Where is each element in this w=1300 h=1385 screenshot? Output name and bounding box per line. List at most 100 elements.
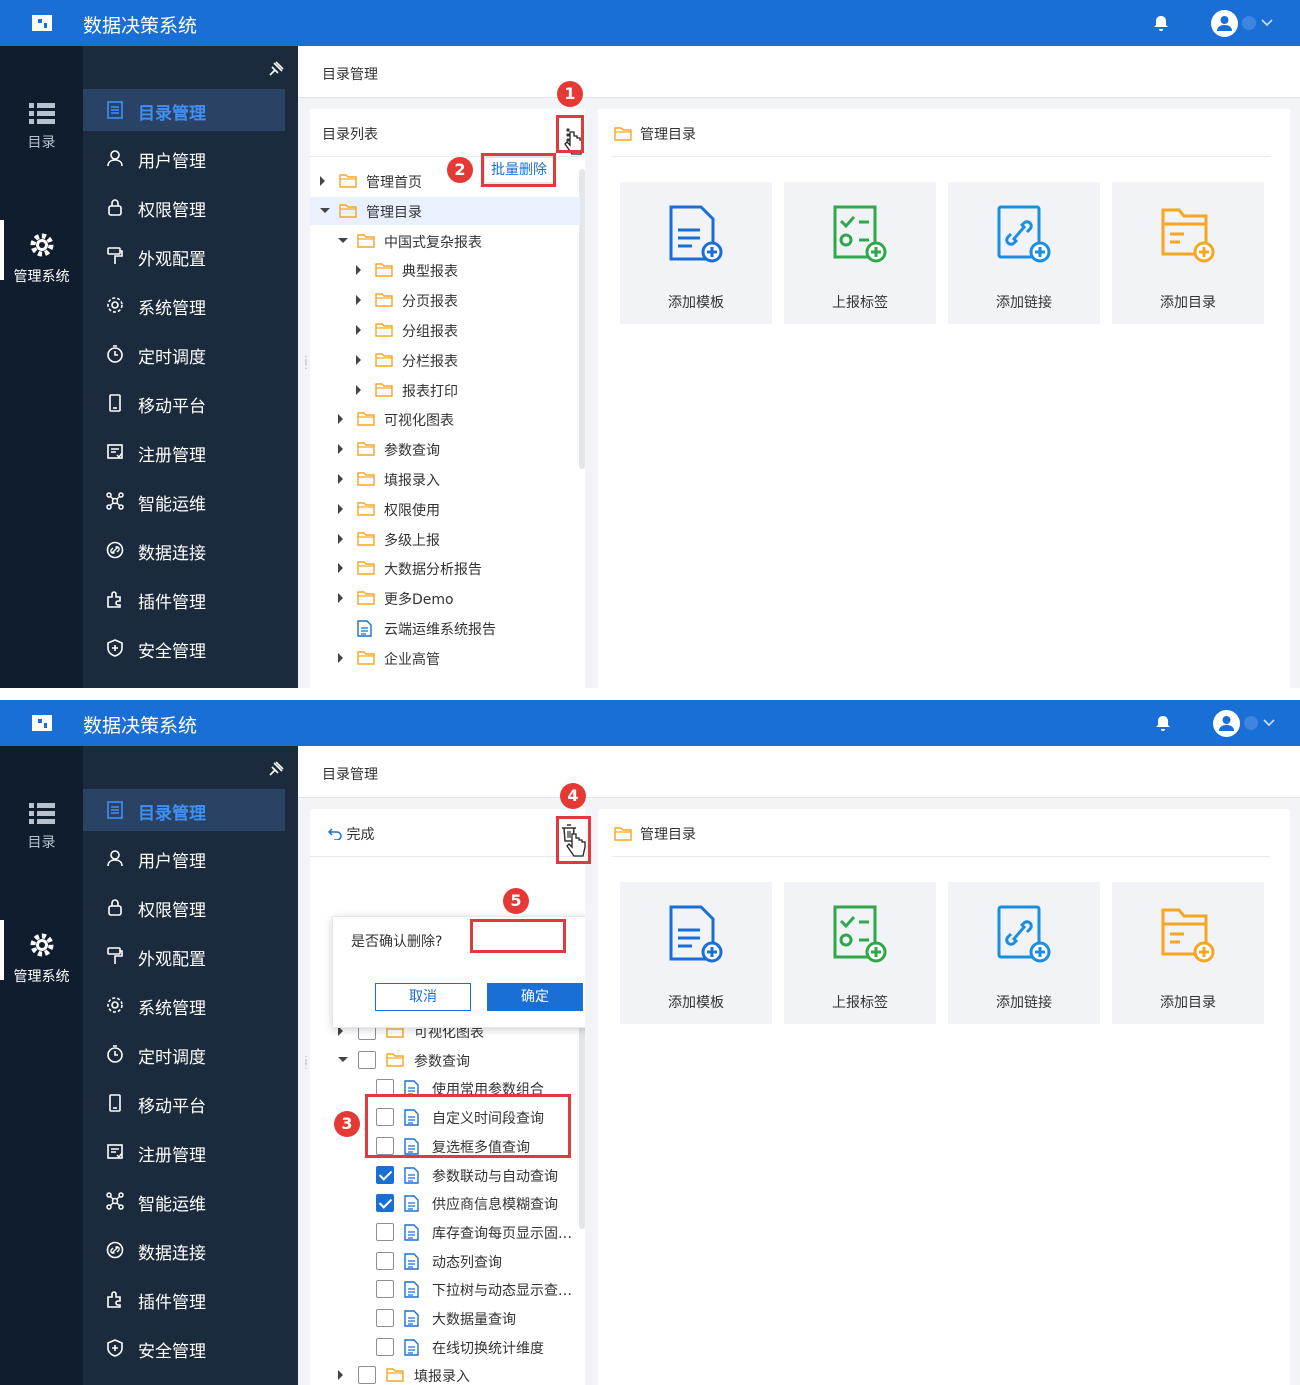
done-button[interactable]: 完成 [327,824,374,844]
tree-node[interactable]: 供应商信息模糊查询 [310,1189,580,1217]
caret-right-icon[interactable] [338,593,343,604]
caret-right-icon[interactable] [338,563,343,574]
caret-down-icon[interactable] [320,207,330,213]
rail-catalog[interactable]: 目录 [0,802,83,852]
tree-node[interactable]: 填报录入 [310,465,580,493]
menu-appearance[interactable]: 外观配置 [83,935,285,977]
bell-icon[interactable] [1152,14,1170,32]
username-blurred[interactable] [1242,16,1256,30]
chevron-down-icon[interactable] [1262,716,1276,730]
tree-node[interactable]: 权限使用 [310,495,580,523]
menu-plugin[interactable]: 插件管理 [83,578,285,620]
checkbox[interactable] [376,1251,394,1270]
menu-schedule[interactable]: 定时调度 [83,333,285,375]
menu-user-manage[interactable]: 用户管理 [83,837,285,879]
menu-user-manage[interactable]: 用户管理 [83,137,285,179]
tree-node[interactable]: 管理目录 [310,196,580,225]
tree-node[interactable]: 下拉树与动态显示查… [310,1275,580,1303]
card-add-folder[interactable]: 添加目录 [1112,882,1264,1024]
caret-right-icon[interactable] [338,533,343,544]
menu-register[interactable]: 注册管理 [83,431,285,473]
caret-right-icon[interactable] [320,176,325,186]
pin-icon[interactable] [267,60,285,78]
tree-node[interactable]: 参数联动与自动查询 [310,1161,580,1189]
tree-node[interactable]: 分页报表 [310,286,580,314]
caret-right-icon[interactable] [338,444,343,455]
tree-node[interactable]: 填报录入 [310,1361,580,1385]
menu-security[interactable]: 安全管理 [83,1327,285,1369]
caret-right-icon[interactable] [338,474,343,484]
card-add-folder[interactable]: 添加目录 [1112,182,1264,324]
tree-node[interactable]: 典型报表 [310,256,580,284]
checkbox[interactable] [376,1165,394,1184]
caret-right-icon[interactable] [356,295,361,306]
rail-admin[interactable]: 管理系统 [0,920,83,986]
menu-ops[interactable]: 智能运维 [83,1180,285,1222]
caret-right-icon[interactable] [356,325,361,335]
tree-node[interactable]: 分组报表 [310,316,580,344]
tree-node[interactable]: 多级上报 [310,525,580,553]
menu-ops[interactable]: 智能运维 [83,480,285,522]
caret-right-icon[interactable] [356,384,361,395]
menu-data-connection[interactable]: 数据连接 [83,529,285,571]
tree-node[interactable]: 报表打印 [310,376,580,404]
checkbox[interactable] [358,1366,376,1385]
confirm-button[interactable]: 确定 [487,983,583,1011]
menu-security[interactable]: 安全管理 [83,627,285,669]
user-avatar[interactable] [1211,10,1238,37]
tree-node[interactable]: 分栏报表 [310,346,580,374]
caret-right-icon[interactable] [338,652,343,663]
menu-permission-manage[interactable]: 权限管理 [83,186,285,228]
checkbox[interactable] [376,1222,394,1241]
tree-node[interactable]: 更多Demo [310,584,580,612]
checkbox[interactable] [376,1309,394,1327]
checkbox[interactable] [376,1337,394,1356]
checkbox[interactable] [376,1280,394,1299]
caret-right-icon[interactable] [338,1370,343,1381]
caret-right-icon[interactable] [338,414,343,425]
menu-system-manage[interactable]: 系统管理 [83,984,285,1026]
username-blurred[interactable] [1244,716,1258,730]
tree-node[interactable]: 企业高管 [310,644,580,672]
splitter-handle[interactable]: ⋮⋮ [301,356,311,371]
tree-node[interactable]: 在线切换统计维度 [310,1333,580,1361]
chevron-down-icon[interactable] [1260,16,1274,30]
tree-node[interactable]: 库存查询每页显示固… [310,1218,580,1246]
menu-catalog-manage[interactable]: 目录管理 [83,89,285,131]
rail-admin[interactable]: 管理系统 [0,220,83,286]
caret-down-icon[interactable] [338,1056,348,1062]
checkbox[interactable] [376,1194,394,1213]
card-report-tag[interactable]: 上报标签 [784,182,936,324]
rail-catalog[interactable]: 目录 [0,102,83,152]
bell-icon[interactable] [1154,714,1172,732]
tree-node[interactable]: 中国式复杂报表 [310,227,580,255]
caret-right-icon[interactable] [338,503,343,514]
card-add-link[interactable]: 添加链接 [948,182,1100,324]
tree-node[interactable]: 大数据量查询 [310,1304,580,1332]
caret-right-icon[interactable] [356,354,361,365]
tree-node[interactable]: 动态列查询 [310,1247,580,1275]
cancel-button[interactable]: 取消 [375,983,471,1011]
menu-data-connection[interactable]: 数据连接 [83,1229,285,1271]
menu-plugin[interactable]: 插件管理 [83,1278,285,1320]
tree-node[interactable]: 大数据分析报告 [310,554,580,582]
menu-schedule[interactable]: 定时调度 [83,1033,285,1075]
tree-node[interactable]: 参数查询 [310,435,580,463]
card-report-tag[interactable]: 上报标签 [784,882,936,1024]
menu-permission-manage[interactable]: 权限管理 [83,886,285,928]
tree-node[interactable]: 云端运维系统报告 [310,614,580,642]
splitter-handle[interactable]: ⋮⋮ [301,1056,311,1071]
tree-node[interactable]: 可视化图表 [310,405,580,433]
card-add-template[interactable]: 添加模板 [620,182,772,324]
pin-icon[interactable] [267,760,285,778]
menu-mobile[interactable]: 移动平台 [83,382,285,424]
user-avatar[interactable] [1213,710,1240,737]
menu-catalog-manage[interactable]: 目录管理 [83,789,285,831]
tree-node[interactable]: 参数查询 [310,1046,580,1074]
caret-down-icon[interactable] [338,237,348,243]
menu-appearance[interactable]: 外观配置 [83,235,285,277]
card-add-template[interactable]: 添加模板 [620,882,772,1024]
menu-register[interactable]: 注册管理 [83,1131,285,1173]
menu-mobile[interactable]: 移动平台 [83,1082,285,1124]
card-add-link[interactable]: 添加链接 [948,882,1100,1024]
